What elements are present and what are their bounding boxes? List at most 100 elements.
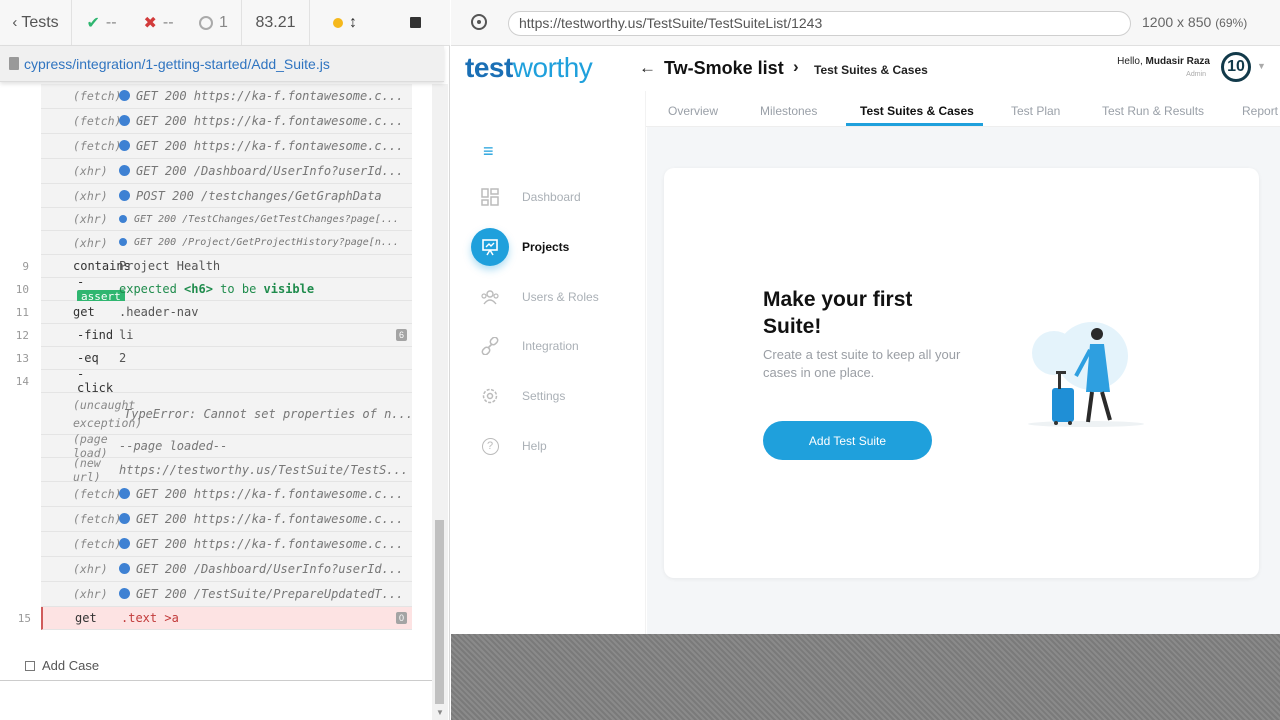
log-row[interactable]: (xhr) GET 200 /Project/GetProjectHistory?…: [41, 231, 412, 255]
sidebar-item-dashboard[interactable]: Dashboard: [471, 178, 581, 216]
request-dot-icon: [119, 513, 130, 524]
log-row[interactable]: 10 -assert expected <h6> to be visible: [16, 275, 412, 303]
element-count-badge: 0: [395, 612, 407, 624]
tab-test-plan[interactable]: Test Plan: [1011, 104, 1060, 118]
aut-url-bar: https://testworthy.us/TestSuite/TestSuit…: [451, 0, 1280, 46]
log-command-name: (fetch): [73, 139, 122, 153]
request-dot-icon: [119, 563, 130, 574]
request-dot-icon: [119, 165, 130, 176]
log-message: GET 200 /TestSuite/PrepareUpdatedT...: [119, 587, 412, 601]
testworthy-logo[interactable]: testworthy: [465, 52, 593, 84]
log-row-number: 13: [15, 351, 29, 365]
log-message-text: GET 200 https://ka-f.fontawesome.c...: [136, 114, 404, 128]
log-row[interactable]: 14 -click: [16, 367, 412, 395]
sidebar-item-integration[interactable]: Integration: [471, 327, 579, 365]
passed-count[interactable]: ✔ --: [72, 0, 131, 45]
command-log: (fetch) GET 200 https://ka-f.fontawesome.…: [16, 84, 412, 630]
log-row[interactable]: (xhr) GET 200 /TestChanges/GetTestChanges…: [41, 208, 412, 231]
spec-path[interactable]: cypress/integration/1-getting-started/Ad…: [24, 56, 330, 72]
spec-path-bar[interactable]: cypress/integration/1-getting-started/Ad…: [0, 46, 444, 82]
log-message: POST 200 /testchanges/GetGraphData: [119, 189, 412, 203]
users-icon: [471, 278, 509, 316]
request-dot-icon: [119, 214, 127, 223]
user-name: Mudasir Raza: [1145, 56, 1210, 67]
log-row[interactable]: (new url) https://testworthy.us/TestSuite…: [41, 456, 412, 484]
check-icon: ✔: [86, 14, 100, 32]
chevron-right-icon: ›: [793, 57, 799, 76]
log-command-name: -click: [77, 367, 114, 395]
viewport-zoom: (69%): [1215, 16, 1248, 30]
checkbox-icon: [25, 660, 35, 671]
tab-milestones[interactable]: Milestones: [760, 104, 817, 118]
log-row[interactable]: 12 -find li 6: [16, 324, 412, 347]
tab-test-suites-cases[interactable]: Test Suites & Cases: [860, 104, 974, 118]
failed-count[interactable]: ✖ --: [131, 0, 186, 45]
stop-button[interactable]: [380, 0, 450, 45]
log-message-text: GET 200 https://ka-f.fontawesome.c...: [136, 487, 404, 501]
auto-scroll-toggle[interactable]: ↕: [310, 0, 380, 45]
log-row[interactable]: 11 get .header-nav: [16, 301, 412, 324]
user-greeting: Hello, Mudasir Raza: [1117, 56, 1210, 67]
log-row[interactable]: (fetch) GET 200 https://ka-f.fontawesome.…: [41, 507, 412, 532]
avatar[interactable]: 10: [1221, 52, 1251, 82]
sidebar-item-help[interactable]: ? Help: [471, 427, 547, 465]
add-test-suite-button[interactable]: Add Test Suite: [763, 421, 932, 460]
sidebar-item-projects[interactable]: Projects: [471, 228, 569, 266]
log-row[interactable]: 15 get .text >a 0: [18, 607, 412, 630]
user-role: Admin: [1186, 71, 1206, 78]
pending-count[interactable]: 1: [186, 0, 242, 45]
scrollbar-thumb[interactable]: [435, 520, 444, 704]
reporter-scrollbar[interactable]: ▼: [432, 84, 448, 720]
presentation-icon: [471, 228, 509, 266]
log-command-name: -eq: [77, 351, 99, 365]
help-icon: ?: [471, 427, 509, 465]
log-row[interactable]: (fetch) GET 200 https://ka-f.fontawesome.…: [41, 84, 412, 109]
log-row[interactable]: (fetch) GET 200 https://ka-f.fontawesome.…: [41, 109, 412, 134]
test-add-case[interactable]: Add Case: [25, 658, 99, 673]
viewport-background: [451, 634, 1280, 720]
arrow-left-icon[interactable]: ←: [639, 58, 656, 78]
sidebar-item-settings[interactable]: Settings: [471, 377, 565, 415]
log-row[interactable]: (xhr) GET 200 /TestSuite/PrepareUpdatedT.…: [41, 582, 412, 607]
assert-message-part: to be: [220, 282, 257, 296]
indent-dash: -: [77, 275, 85, 289]
log-row[interactable]: (uncaught exception) TypeError: Cannot se…: [41, 393, 412, 435]
viewport-size: 1200 x 850 (69%): [1142, 14, 1247, 30]
tab-report[interactable]: Report: [1242, 104, 1278, 118]
log-command-name: (fetch): [73, 512, 122, 526]
log-message: GET 200 /Dashboard/UserInfo?userId...: [119, 164, 412, 178]
chevron-down-icon[interactable]: ▼: [1257, 61, 1266, 71]
crosshair-icon[interactable]: [471, 14, 487, 30]
log-message-text: 2: [119, 351, 127, 365]
log-row-number: 11: [15, 305, 29, 319]
request-dot-icon: [119, 115, 130, 126]
log-row[interactable]: (xhr) GET 200 /Dashboard/UserInfo?userId.…: [41, 557, 412, 582]
reporter-header: ‹ Tests ✔ -- ✖ -- 1 83.21 ↕: [0, 0, 450, 46]
empty-state-card: Make your first Suite! Create a test sui…: [664, 168, 1259, 578]
scroll-down-arrow-icon[interactable]: ▼: [436, 708, 444, 717]
status-dot-icon: [333, 17, 343, 28]
file-icon: [9, 57, 19, 70]
log-row[interactable]: (xhr) GET 200 /Dashboard/UserInfo?userId.…: [41, 159, 412, 184]
log-command-name: (xhr): [73, 235, 108, 250]
element-count-badge: 6: [395, 329, 407, 341]
tab-test-run-results[interactable]: Test Run & Results: [1102, 104, 1204, 118]
log-row[interactable]: (fetch) GET 200 https://ka-f.fontawesome.…: [41, 532, 412, 557]
hamburger-menu-icon[interactable]: ≡: [483, 141, 494, 162]
tests-back-button[interactable]: ‹ Tests: [0, 0, 72, 45]
log-message: expected <h6> to be visible: [119, 282, 412, 296]
project-title: Tw-Smoke list: [664, 58, 784, 78]
x-icon: ✖: [143, 14, 157, 32]
url-input[interactable]: https://testworthy.us/TestSuite/TestSuit…: [508, 11, 1131, 36]
log-message-text: TypeError: Cannot set properties of n...: [124, 406, 412, 421]
log-message-text: Project Health: [119, 259, 221, 273]
request-dot-icon: [119, 238, 127, 246]
log-row[interactable]: (xhr) POST 200 /testchanges/GetGraphData: [41, 184, 412, 208]
tab-overview[interactable]: Overview: [668, 104, 718, 118]
sidebar-item-users-roles[interactable]: Users & Roles: [471, 278, 599, 316]
log-row[interactable]: (fetch) GET 200 https://ka-f.fontawesome.…: [41, 482, 412, 507]
log-command-name: (fetch): [73, 487, 122, 501]
log-row[interactable]: (fetch) GET 200 https://ka-f.fontawesome.…: [41, 134, 412, 159]
log-command-name: (xhr): [73, 562, 108, 576]
chevron-left-icon: ‹: [12, 14, 18, 31]
